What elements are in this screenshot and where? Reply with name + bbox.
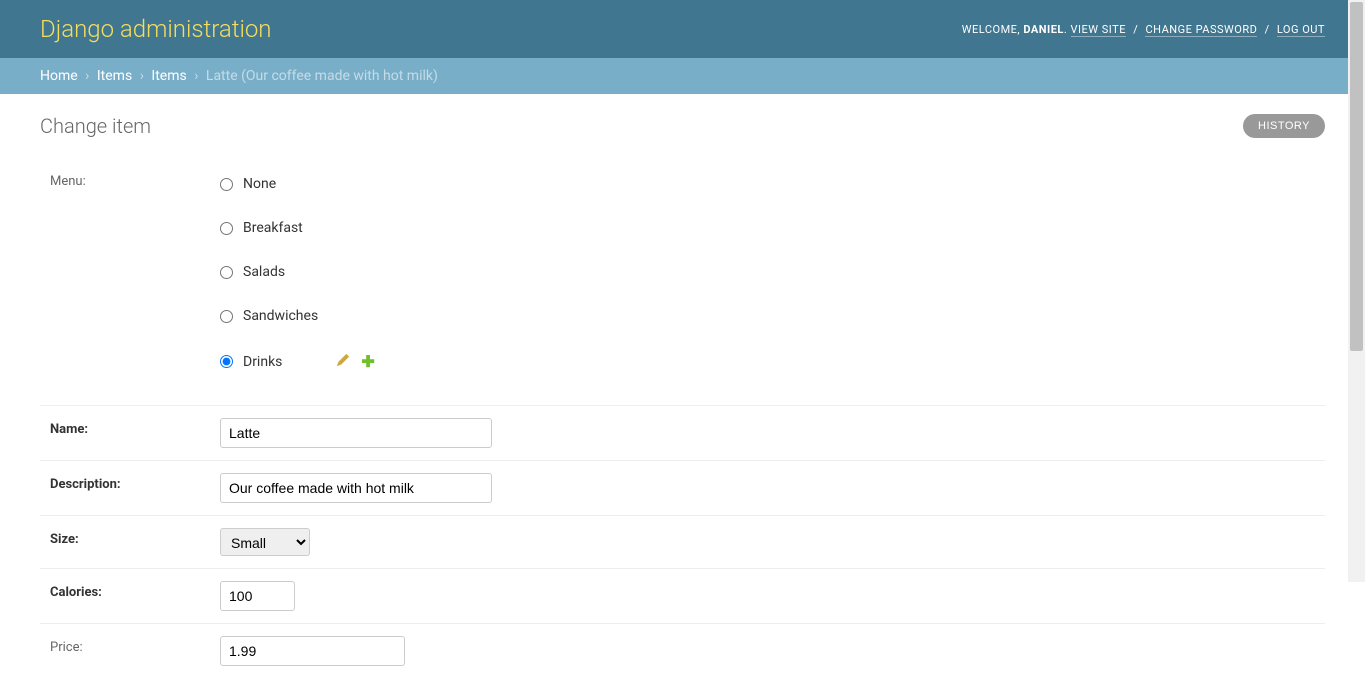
menu-radio-breakfast[interactable] [220, 222, 233, 235]
menu-option-label[interactable]: Salads [243, 264, 285, 280]
separator: / [1265, 23, 1270, 36]
form-row-description: Description: [40, 461, 1325, 516]
breadcrumb-home[interactable]: Home [40, 68, 78, 84]
price-label: Price: [50, 636, 210, 655]
menu-radio-salads[interactable] [220, 266, 233, 279]
calories-input[interactable] [220, 581, 295, 611]
form-row-name: Name: [40, 406, 1325, 461]
separator: / [1133, 23, 1138, 36]
menu-option-label[interactable]: Sandwiches [243, 308, 318, 324]
calories-label: Calories: [50, 581, 210, 600]
breadcrumb-app[interactable]: Items [97, 68, 132, 84]
menu-radio-sandwiches[interactable] [220, 310, 233, 323]
menu-radio-drinks[interactable] [220, 355, 233, 368]
view-site-link[interactable]: VIEW SITE [1071, 23, 1126, 37]
form-row-size: Size: Small [40, 516, 1325, 569]
site-title[interactable]: Django administration [40, 15, 272, 43]
size-label: Size: [50, 528, 210, 547]
form-row-calories: Calories: [40, 569, 1325, 624]
menu-option-label[interactable]: None [243, 176, 276, 192]
menu-radio-list: None Breakfast Salads Sandwiches Drinks [220, 170, 1315, 393]
logout-link[interactable]: LOG OUT [1277, 23, 1325, 37]
history-button[interactable]: HISTORY [1243, 114, 1325, 138]
menu-label: Menu: [50, 170, 210, 189]
scrollbar[interactable]: ▲ [1348, 0, 1365, 582]
welcome-text: WELCOME, [962, 23, 1020, 36]
scrollbar-thumb[interactable] [1350, 2, 1363, 351]
form-row-menu: Menu: None Breakfast Salads Sandwiches [40, 158, 1325, 406]
pencil-icon[interactable] [337, 354, 349, 370]
user-tools: WELCOME, DANIEL. VIEW SITE / CHANGE PASS… [962, 23, 1325, 36]
breadcrumb-model[interactable]: Items [151, 68, 186, 84]
header: Django administration WELCOME, DANIEL. V… [0, 0, 1365, 58]
description-label: Description: [50, 473, 210, 492]
breadcrumb: Home › Items › Items › Latte (Our coffee… [0, 58, 1365, 94]
breadcrumb-current: Latte (Our coffee made with hot milk) [206, 68, 438, 84]
content: Change item HISTORY Menu: None Breakfast… [0, 94, 1365, 698]
page-title: Change item [40, 114, 1325, 138]
name-input[interactable] [220, 418, 492, 448]
change-password-link[interactable]: CHANGE PASSWORD [1145, 23, 1257, 37]
menu-option-label[interactable]: Drinks [243, 354, 282, 370]
menu-option-label[interactable]: Breakfast [243, 220, 303, 236]
price-input[interactable] [220, 636, 405, 666]
username: DANIEL [1023, 23, 1064, 36]
size-select[interactable]: Small [220, 528, 310, 556]
menu-radio-none[interactable] [220, 178, 233, 191]
plus-icon[interactable]: ✚ [361, 352, 374, 371]
form-row-price: Price: [40, 624, 1325, 678]
description-input[interactable] [220, 473, 492, 503]
name-label: Name: [50, 418, 210, 437]
